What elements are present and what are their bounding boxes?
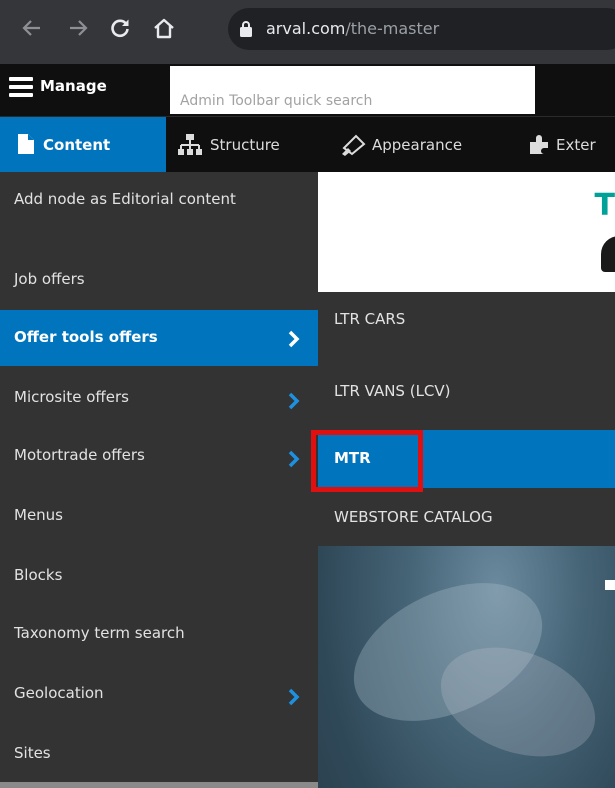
menu-item-label: Geolocation xyxy=(14,684,104,702)
menu-item-microsite-offers[interactable]: Microsite offers xyxy=(0,370,318,426)
browser-bar: arval.com/the-master xyxy=(0,0,615,64)
menu-item-label: Job offers xyxy=(14,270,85,288)
menu-item-add-node[interactable]: Add node as Editorial content xyxy=(0,172,318,252)
menu-item-motortrade-offers[interactable]: Motortrade offers xyxy=(0,428,318,484)
manage-button[interactable]: Manage xyxy=(0,64,166,116)
url-text: arval.com/the-master xyxy=(266,19,439,38)
chevron-right-icon xyxy=(288,330,300,348)
tab-structure[interactable]: Structure xyxy=(166,117,306,173)
forward-arrow-icon[interactable] xyxy=(64,14,92,42)
tab-extend[interactable]: Exter xyxy=(512,117,615,173)
back-arrow-icon[interactable] xyxy=(18,14,46,42)
menu-item-geolocation[interactable]: Geolocation xyxy=(0,666,318,722)
document-icon xyxy=(18,134,34,154)
submenu-item-label: WEBSTORE CATALOG xyxy=(334,508,493,526)
menu-item-menus[interactable]: Menus xyxy=(0,488,318,544)
home-icon[interactable] xyxy=(150,14,178,42)
menu-item-job-offers[interactable]: Job offers xyxy=(0,252,318,308)
url-path: /the-master xyxy=(345,19,440,38)
admin-toolbar: Manage xyxy=(0,64,615,116)
menu-item-label: Taxonomy term search xyxy=(14,624,185,642)
tab-appearance-label: Appearance xyxy=(372,136,463,154)
lock-icon xyxy=(240,21,252,37)
tab-content[interactable]: Content xyxy=(0,117,166,173)
menu-item-label: Motortrade offers xyxy=(14,446,145,464)
page-hero: T xyxy=(318,172,615,292)
hamburger-icon xyxy=(9,77,33,97)
submenu-item-webstore-catalog[interactable]: WEBSTORE CATALOG xyxy=(318,490,615,546)
menu-item-offer-tools-offers[interactable]: Offer tools offers xyxy=(0,310,318,366)
puzzle-icon xyxy=(530,135,548,154)
submenu-item-label: LTR VANS (LCV) xyxy=(334,382,451,400)
submenu-item-ltr-vans[interactable]: LTR VANS (LCV) xyxy=(318,370,615,426)
content-dropdown-menu: Add node as Editorial content Job offers… xyxy=(0,172,318,788)
menu-item-taxonomy-term-search[interactable]: Taxonomy term search xyxy=(0,606,318,662)
tab-content-label: Content xyxy=(43,136,111,154)
annotation-highlight-box xyxy=(311,430,423,492)
manage-label: Manage xyxy=(40,77,107,95)
submenu-item-ltr-cars[interactable]: LTR CARS xyxy=(318,310,615,366)
menu-item-label: Add node as Editorial content xyxy=(14,190,236,208)
logo-shape xyxy=(601,236,615,272)
tab-structure-label: Structure xyxy=(210,136,280,154)
logo-letter: T xyxy=(594,188,615,223)
url-domain: arval.com xyxy=(266,19,346,38)
menu-item-label: Sites xyxy=(14,744,51,762)
hero-image-mark xyxy=(605,580,615,590)
chevron-right-icon xyxy=(288,392,300,410)
menu-item-label: Offer tools offers xyxy=(14,328,158,346)
menu-item-label: Menus xyxy=(14,506,63,524)
admin-toolbar-tray: Content Structure Appearance Exter xyxy=(0,116,615,173)
menu-item-blocks[interactable]: Blocks xyxy=(0,548,318,604)
address-bar[interactable]: arval.com/the-master xyxy=(228,8,615,50)
admin-quick-search-input[interactable] xyxy=(170,66,535,114)
paint-brush-icon xyxy=(342,134,366,156)
page-bottom-strip xyxy=(0,782,318,788)
reload-icon[interactable] xyxy=(106,14,134,42)
submenu-item-label: LTR CARS xyxy=(334,310,406,328)
menu-item-label: Microsite offers xyxy=(14,388,129,406)
tab-appearance[interactable]: Appearance xyxy=(328,117,498,173)
offer-tools-submenu: LTR CARS LTR VANS (LCV) MTR WEBSTORE CAT… xyxy=(318,292,615,546)
menu-item-sites[interactable]: Sites xyxy=(0,726,318,782)
sitemap-icon xyxy=(178,134,202,155)
menu-item-label: Blocks xyxy=(14,566,63,584)
chevron-right-icon xyxy=(288,688,300,706)
chevron-right-icon xyxy=(288,450,300,468)
tab-extend-label: Exter xyxy=(556,136,596,154)
